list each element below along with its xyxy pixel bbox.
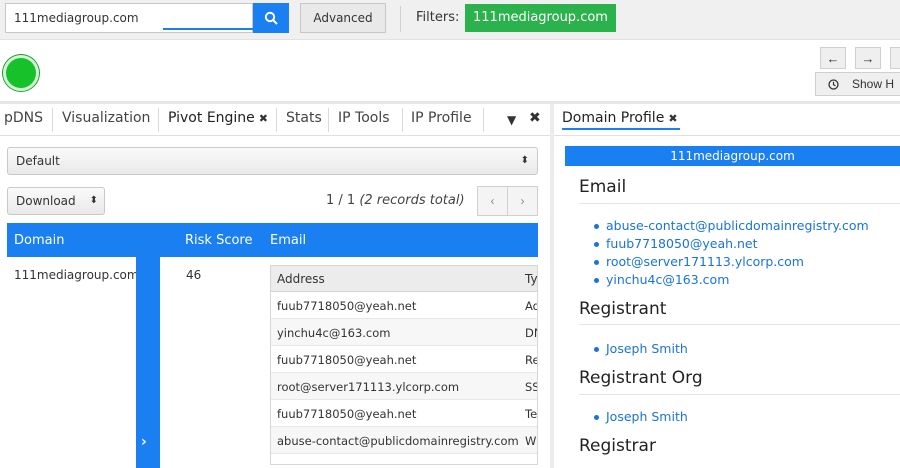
select-arrows-icon: ⬍ <box>520 155 529 166</box>
filter-chip[interactable]: 111mediagroup.com <box>465 4 616 32</box>
tab-pdns[interactable]: pDNS <box>4 110 43 126</box>
tab-domain-profile[interactable]: Domain Profile ✖ <box>562 110 678 126</box>
column-type[interactable]: Ty <box>525 272 537 286</box>
email-type: DN <box>525 326 537 340</box>
back-button[interactable]: ← <box>820 47 846 69</box>
status-indicator <box>3 55 39 91</box>
next-page-button[interactable]: › <box>507 186 538 216</box>
more-nav-button[interactable] <box>890 47 900 69</box>
tab-pivot-engine[interactable]: Pivot Engine ✖ <box>168 110 268 126</box>
risk-score-cell: 46 <box>186 268 202 282</box>
show-history-label: Show H <box>851 77 895 91</box>
email-type: Re <box>525 353 537 367</box>
registrant-link[interactable]: Joseph Smith <box>594 341 688 359</box>
tab-separator <box>328 108 329 132</box>
email-type: SS <box>525 380 537 394</box>
section-divider <box>579 324 900 325</box>
tab-separator <box>158 108 159 132</box>
email-table-header: Address Ty <box>271 266 537 292</box>
view-select-value: Default <box>16 154 60 168</box>
email-link-list: abuse-contact@publicdomainregistry.com f… <box>594 218 869 290</box>
tab-separator <box>402 108 403 132</box>
section-divider <box>579 394 900 395</box>
tab-visualization[interactable]: Visualization <box>62 110 150 126</box>
section-registrar-heading: Registrar <box>579 436 656 456</box>
email-type: Te <box>525 407 538 421</box>
close-pane-icon[interactable]: ✖ <box>529 110 541 126</box>
tab-separator <box>483 108 484 132</box>
email-type: Ad <box>525 299 537 313</box>
chevron-right-icon[interactable]: › <box>141 434 147 450</box>
results-table-header: Domain Risk Score Email <box>7 223 538 257</box>
email-address: abuse-contact@publicdomainregistry.com <box>277 434 519 448</box>
chevron-down-icon[interactable]: ▼ <box>507 113 516 127</box>
search-icon <box>264 11 278 25</box>
toolbar-divider <box>400 6 401 32</box>
table-row[interactable]: fuub7718050@yeah.net Re <box>271 346 537 373</box>
column-email[interactable]: Email <box>270 233 306 248</box>
left-tab-bar: pDNS Visualization Pivot Engine ✖ Stats I… <box>0 104 550 136</box>
email-link[interactable]: yinchu4c@163.com <box>594 272 869 290</box>
active-tab-indicator <box>562 128 680 130</box>
pivot-expand-strip[interactable] <box>136 257 160 468</box>
profile-domain-banner: 111mediagroup.com <box>565 146 900 166</box>
close-icon[interactable]: ✖ <box>668 112 677 125</box>
right-tab-bar: Domain Profile ✖ <box>554 104 900 136</box>
top-bar: 111mediagroup.com Advanced Filters: 111m… <box>0 0 900 40</box>
clock-icon <box>828 79 839 90</box>
tab-separator <box>52 108 53 132</box>
email-address: yinchu4c@163.com <box>277 326 391 340</box>
select-arrows-icon: ⬍ <box>89 195 98 206</box>
email-link[interactable]: fuub7718050@yeah.net <box>594 236 869 254</box>
section-divider <box>579 203 900 204</box>
download-select[interactable]: Download ⬍ <box>7 187 105 215</box>
domain-cell[interactable]: 111mediagroup.com <box>14 268 139 282</box>
filters-label: Filters: <box>416 10 460 25</box>
email-address: fuub7718050@yeah.net <box>277 353 417 367</box>
email-type: WI <box>525 434 537 448</box>
download-select-value: Download <box>16 194 76 208</box>
tab-ip-tools[interactable]: IP Tools <box>338 110 390 126</box>
table-row[interactable]: root@server171113.ylcorp.com SS <box>271 373 537 400</box>
column-domain[interactable]: Domain <box>14 233 64 248</box>
table-row[interactable]: fuub7718050@yeah.net Ad <box>271 292 537 319</box>
email-link[interactable]: root@server171113.ylcorp.com <box>594 254 869 272</box>
active-tab-indicator <box>163 28 271 30</box>
table-row[interactable]: fuub7718050@yeah.net Te <box>271 400 538 427</box>
records-count: 1 / 1 (2 records total) <box>326 193 465 208</box>
advanced-button[interactable]: Advanced <box>300 3 386 33</box>
column-address[interactable]: Address <box>277 272 325 286</box>
forward-button[interactable]: → <box>855 47 881 69</box>
section-email-heading: Email <box>579 177 627 197</box>
section-registrant-org-heading: Registrant Org <box>579 368 703 388</box>
tab-domain-profile-label: Domain Profile <box>562 110 665 126</box>
email-address: fuub7718050@yeah.net <box>277 299 417 313</box>
registrant-link-list: Joseph Smith <box>594 341 688 359</box>
view-select[interactable]: Default ⬍ <box>7 147 538 175</box>
tab-separator <box>276 108 277 132</box>
prev-page-button[interactable]: ‹ <box>477 186 508 216</box>
email-link[interactable]: abuse-contact@publicdomainregistry.com <box>594 218 869 236</box>
tab-ip-profile[interactable]: IP Profile <box>411 110 472 126</box>
email-address: root@server171113.ylcorp.com <box>277 380 460 394</box>
records-total: (2 records total) <box>359 193 465 208</box>
registrant-org-link-list: Joseph Smith <box>594 409 688 427</box>
pane-divider[interactable] <box>550 104 554 468</box>
registrant-org-link[interactable]: Joseph Smith <box>594 409 688 427</box>
records-page: 1 / 1 <box>326 193 356 208</box>
tab-pivot-engine-label: Pivot Engine <box>168 110 255 126</box>
email-table: Address Ty fuub7718050@yeah.net Ad yinch… <box>270 265 538 465</box>
column-risk-score[interactable]: Risk Score <box>185 233 253 248</box>
tab-stats[interactable]: Stats <box>286 110 322 126</box>
email-address: fuub7718050@yeah.net <box>277 407 417 421</box>
table-row[interactable]: yinchu4c@163.com DN <box>271 319 537 346</box>
table-row[interactable]: abuse-contact@publicdomainregistry.com W… <box>271 427 537 454</box>
section-registrant-heading: Registrant <box>579 299 667 319</box>
show-history-button[interactable]: Show H <box>815 72 900 96</box>
close-icon[interactable]: ✖ <box>259 112 268 125</box>
